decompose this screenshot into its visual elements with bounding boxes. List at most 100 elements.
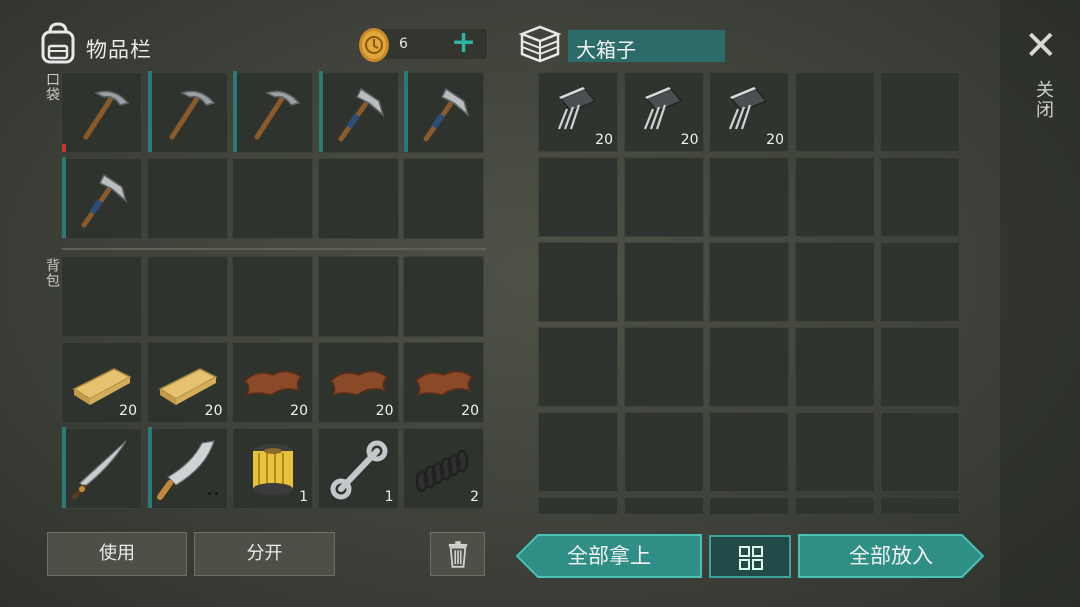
close-label[interactable]: 关闭 (1030, 80, 1056, 120)
durability-bar (62, 157, 66, 238)
pocket-slot-hammer[interactable] (403, 71, 484, 153)
box-title: 大箱子 (576, 38, 636, 62)
box-slot-empty[interactable] (538, 242, 618, 322)
pocket-slot-empty[interactable] (146, 158, 228, 239)
pickaxe-icon (254, 90, 301, 140)
put-all-button[interactable]: 全部放入 (798, 534, 984, 578)
item-quantity: 20 (204, 403, 223, 419)
box-slot-empty[interactable] (709, 327, 789, 407)
pocket-slot-empty[interactable] (232, 158, 313, 239)
add-coins-button[interactable]: + (451, 27, 476, 59)
box-slot-empty[interactable] (709, 242, 789, 322)
box-slot-empty[interactable] (880, 497, 960, 515)
item-quantity: 20 (375, 403, 394, 419)
box-slot-empty[interactable] (880, 157, 960, 237)
close-icon[interactable]: ✕ (1024, 26, 1058, 66)
item-quantity: 20 (461, 403, 479, 419)
durability-bar (233, 71, 237, 152)
durability-bar (318, 71, 323, 152)
hammer-icon (338, 87, 384, 142)
item-dots: •• (206, 489, 221, 500)
box-title-bar: 大箱子 (568, 30, 725, 62)
bag-slot-empty[interactable] (232, 256, 313, 337)
pocket-slot-pickaxe[interactable] (146, 71, 228, 153)
box-slot-empty[interactable] (880, 72, 960, 152)
box-slot-empty[interactable] (623, 242, 704, 322)
box-slot-empty[interactable] (623, 327, 704, 407)
trash-icon (448, 541, 467, 568)
put-all-label: 全部放入 (849, 544, 933, 568)
split-button[interactable]: 分开 (194, 532, 335, 576)
durability-bar (147, 427, 152, 508)
box-slot-empty[interactable] (794, 327, 875, 407)
box-slot-empty[interactable] (794, 157, 875, 237)
transistor-icon (557, 87, 596, 130)
box-slot-empty[interactable] (880, 327, 960, 407)
pocket-label: 口袋 (44, 72, 60, 102)
pickaxe-icon (169, 90, 215, 140)
box-slot-empty[interactable] (880, 242, 960, 322)
box-slot-empty[interactable] (623, 497, 704, 515)
durability-bar (147, 71, 152, 152)
durability-bar (62, 143, 66, 152)
box-slot-empty[interactable] (794, 412, 875, 492)
box-slot-transistor[interactable]: 20 (623, 72, 704, 152)
box-slot-empty[interactable] (794, 497, 875, 515)
spring-icon (415, 449, 469, 493)
pocket-slot-empty[interactable] (317, 158, 399, 239)
box-slot-empty[interactable] (709, 157, 789, 237)
box-slot-empty[interactable] (538, 412, 618, 492)
box-slot-empty[interactable] (880, 412, 960, 492)
item-quantity: 2 (470, 489, 479, 505)
bag-slot-leather[interactable]: 20 (232, 342, 313, 423)
bag-slot-wrench[interactable]: 1 (317, 428, 399, 509)
backpack-icon (41, 22, 75, 64)
bag-slot-wood-plank[interactable]: 20 (146, 342, 228, 423)
pocket-slot-hammer[interactable] (61, 157, 142, 239)
bag-slot-empty[interactable] (317, 256, 399, 337)
use-button[interactable]: 使用 (47, 532, 187, 576)
bag-slot-machete[interactable] (61, 427, 142, 509)
box-icon (518, 25, 562, 63)
bag-label: 背包 (44, 258, 60, 288)
bag-slot-leather[interactable]: 20 (317, 342, 399, 423)
hammer-icon (423, 87, 470, 142)
bag-slot-leather[interactable]: 20 (403, 342, 484, 423)
bag-slot-empty[interactable] (61, 256, 142, 337)
box-slot-empty[interactable] (709, 412, 789, 492)
bag-slot-cleaver[interactable]: •• (146, 427, 228, 509)
pickaxe-icon (83, 90, 130, 140)
box-slot-empty[interactable] (538, 157, 618, 237)
sort-button[interactable] (709, 535, 791, 578)
bag-slot-spring[interactable]: 2 (403, 428, 484, 509)
bag-slot-empty[interactable] (403, 256, 484, 337)
item-quantity: 20 (766, 132, 784, 148)
box-slot-empty[interactable] (794, 72, 875, 152)
box-slot-empty[interactable] (538, 497, 618, 515)
pocket-slot-pickaxe[interactable] (232, 71, 313, 153)
box-slot-transistor[interactable]: 20 (709, 72, 789, 152)
item-quantity: 1 (299, 489, 308, 505)
durability-bar (404, 71, 408, 152)
item-quantity: 20 (595, 132, 613, 148)
item-quantity: 20 (119, 403, 137, 419)
pocket-slot-pickaxe[interactable] (61, 72, 142, 153)
bag-slot-empty[interactable] (146, 256, 228, 337)
bag-slot-oil-filter[interactable]: 1 (232, 428, 313, 509)
box-slot-empty[interactable] (709, 497, 789, 515)
box-slot-empty[interactable] (623, 157, 704, 237)
grid-icon (739, 546, 763, 570)
box-slot-empty[interactable] (623, 412, 704, 492)
item-quantity: 1 (384, 489, 394, 505)
transistor-icon (728, 87, 767, 130)
pocket-slot-empty[interactable] (403, 158, 484, 239)
take-all-button[interactable]: 全部拿上 (516, 534, 702, 578)
bag-slot-wood-plank[interactable]: 20 (61, 342, 142, 423)
box-slot-transistor[interactable]: 20 (538, 72, 618, 152)
oil-filter-icon (253, 444, 293, 495)
durability-bar (62, 427, 66, 508)
trash-button[interactable] (430, 532, 485, 576)
box-slot-empty[interactable] (794, 242, 875, 322)
box-slot-empty[interactable] (538, 327, 618, 407)
pocket-slot-hammer[interactable] (317, 71, 399, 153)
